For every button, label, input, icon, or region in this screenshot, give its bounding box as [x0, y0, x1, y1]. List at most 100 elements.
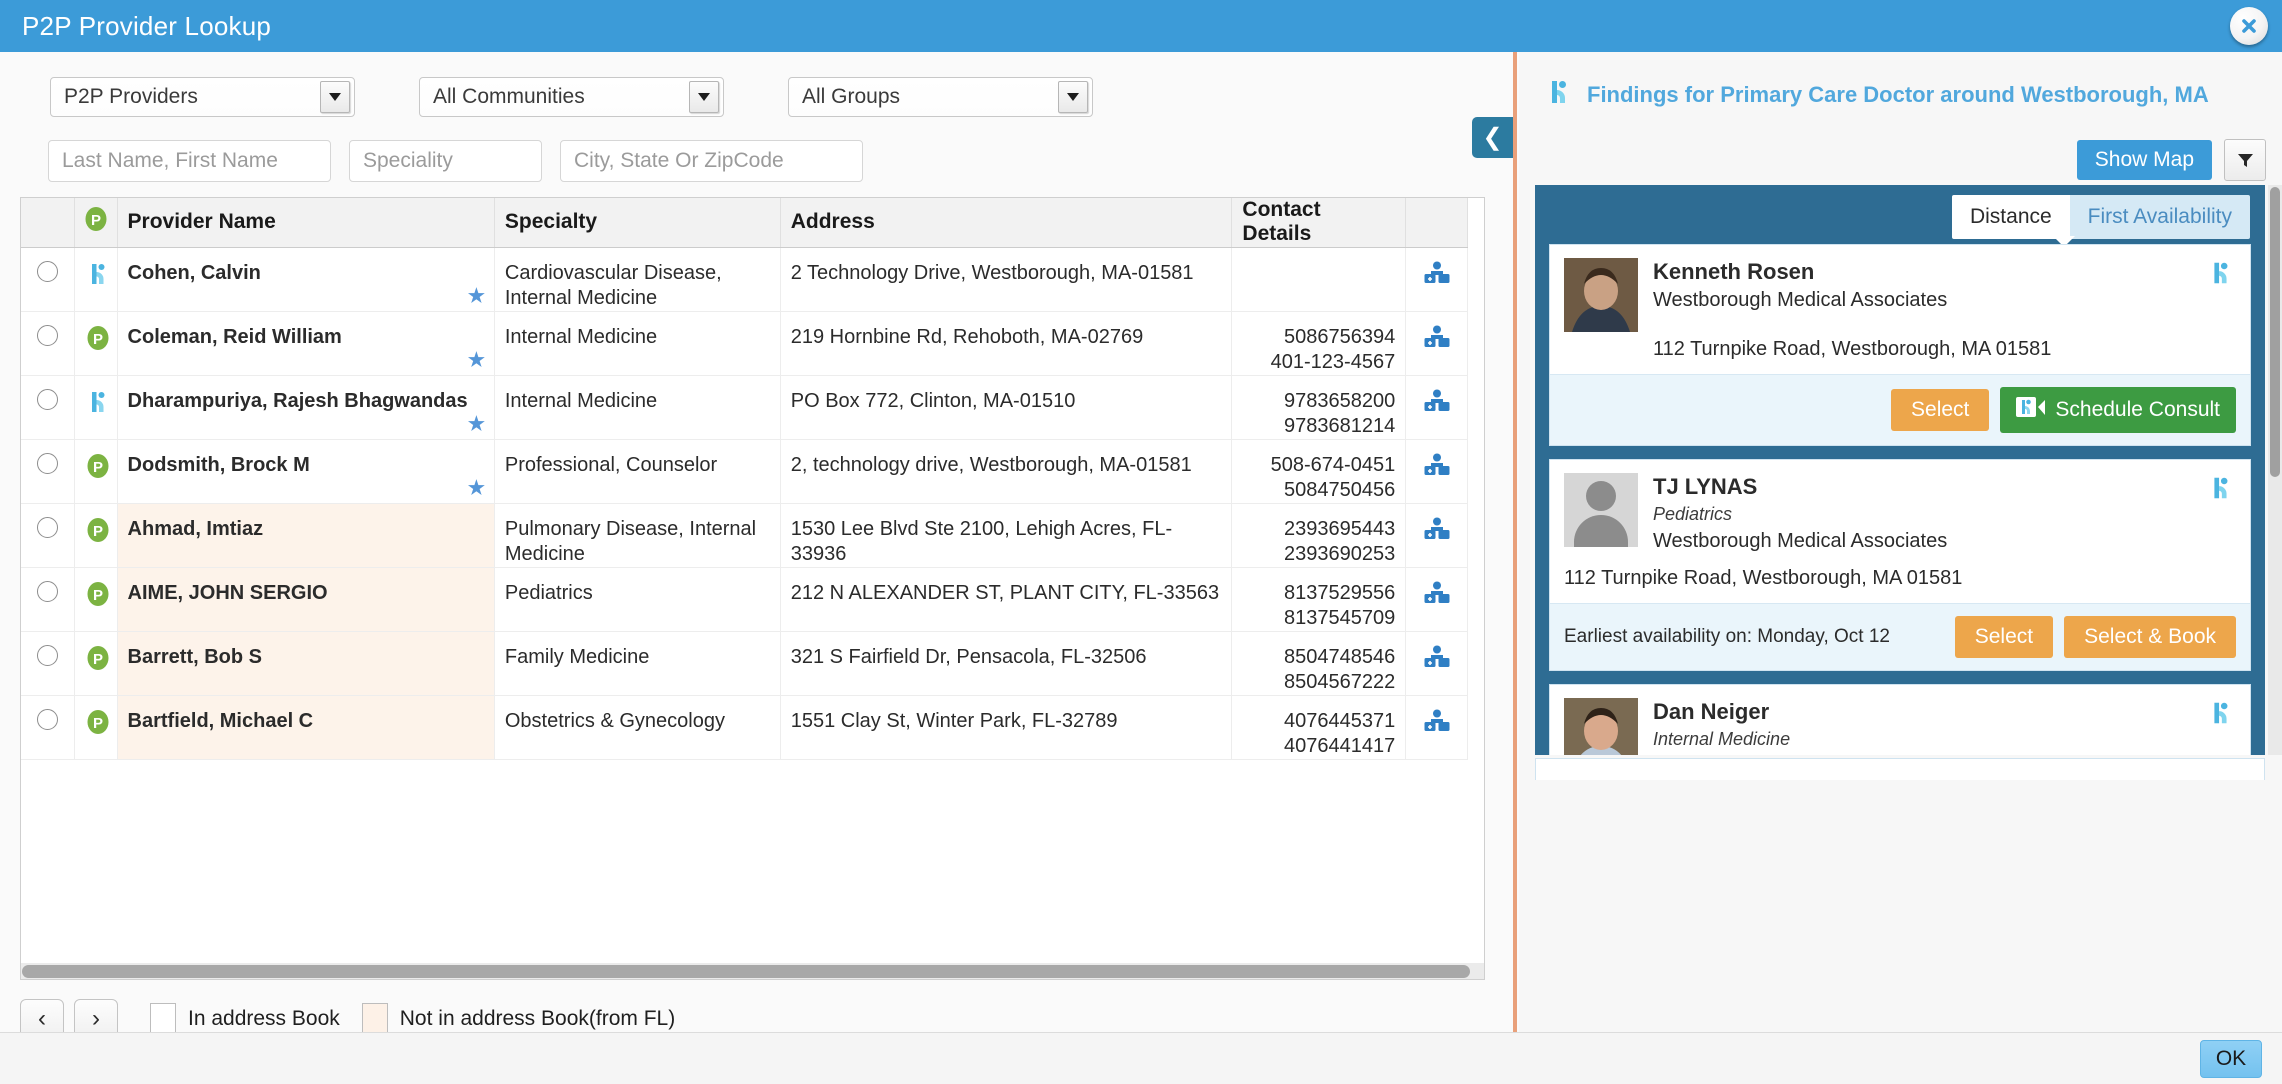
p-badge-icon: P: [75, 631, 117, 695]
schedule-consult-button[interactable]: Schedule Consult: [2000, 387, 2236, 433]
add-to-contacts-cell[interactable]: [1406, 439, 1468, 503]
provider-search-pane: P2P Providers All Communities All Groups: [0, 52, 1513, 1032]
row-select-cell[interactable]: [21, 503, 75, 567]
specialty-cell: Professional, Counselor: [494, 439, 780, 503]
table-row[interactable]: PBartfield, Michael CObstetrics & Gyneco…: [21, 695, 1468, 759]
funnel-icon[interactable]: [2224, 139, 2266, 181]
table-row[interactable]: PAIME, JOHN SERGIOPediatrics212 N ALEXAN…: [21, 567, 1468, 631]
specialty-cell: Family Medicine: [494, 631, 780, 695]
add-to-contacts-cell[interactable]: [1406, 503, 1468, 567]
table-row[interactable]: Dharampuriya, Rajesh Bhagwandas★Internal…: [21, 375, 1468, 439]
specialty-cell: Obstetrics & Gynecology: [494, 695, 780, 759]
provider-name-cell[interactable]: Coleman, Reid William★: [117, 311, 494, 375]
legend-label-in-address-book: In address Book: [188, 1007, 340, 1031]
add-to-contacts-cell[interactable]: [1406, 567, 1468, 631]
findings-card-name: Dan Neiger: [1653, 698, 1947, 726]
row-radio-button[interactable]: [37, 581, 58, 602]
table-row[interactable]: Cohen, Calvin★Cardiovascular Disease, In…: [21, 247, 1468, 311]
table-row[interactable]: PAhmad, ImtiazPulmonary Disease, Interna…: [21, 503, 1468, 567]
row-radio-button[interactable]: [37, 389, 58, 410]
findings-card[interactable]: Kenneth RosenWestborough Medical Associa…: [1549, 244, 2251, 446]
select-button[interactable]: Select: [1955, 616, 2053, 658]
communities-dropdown[interactable]: All Communities: [419, 77, 724, 117]
select-button[interactable]: Select: [1891, 389, 1989, 431]
row-radio-button[interactable]: [37, 709, 58, 730]
provider-name-input[interactable]: [48, 140, 331, 182]
contact-phone-primary: 4076445371: [1242, 709, 1395, 734]
add-to-contacts-icon: [1424, 389, 1450, 412]
findings-next-card-peek: [1535, 758, 2265, 780]
contact-details-cell: 97836582009783681214: [1232, 375, 1406, 439]
table-horizontal-scroll-thumb[interactable]: [22, 965, 1470, 978]
earliest-availability-text: Earliest availability on: Monday, Oct 12: [1564, 626, 1890, 648]
findings-card-header: Kenneth RosenWestborough Medical Associa…: [1550, 245, 2250, 342]
provider-scope-dropdown[interactable]: P2P Providers: [50, 77, 355, 117]
provider-name-cell[interactable]: Ahmad, Imtiaz: [117, 503, 494, 567]
specialty-column-header[interactable]: Specialty: [494, 198, 780, 247]
ok-button[interactable]: OK: [2200, 1040, 2262, 1078]
provider-name-cell[interactable]: Bartfield, Michael C: [117, 695, 494, 759]
dialog-body: P2P Providers All Communities All Groups: [0, 52, 2282, 1032]
provider-name-cell[interactable]: Cohen, Calvin★: [117, 247, 494, 311]
select-book-label: Select & Book: [2084, 625, 2216, 648]
address-cell: 1551 Clay St, Winter Park, FL-32789: [780, 695, 1232, 759]
row-select-cell[interactable]: [21, 375, 75, 439]
avatar-photo: [1564, 258, 1638, 332]
row-select-cell[interactable]: [21, 311, 75, 375]
findings-card[interactable]: TJ LYNASPediatricsWestborough Medical As…: [1549, 459, 2251, 671]
table-row[interactable]: PDodsmith, Brock M★Professional, Counsel…: [21, 439, 1468, 503]
table-row[interactable]: PColeman, Reid William★Internal Medicine…: [21, 311, 1468, 375]
row-radio-button[interactable]: [37, 453, 58, 474]
add-to-contacts-cell[interactable]: [1406, 311, 1468, 375]
row-select-cell[interactable]: [21, 695, 75, 759]
contact-phone-secondary: 9783681214: [1242, 414, 1395, 439]
contact-details-column-header[interactable]: Contact Details: [1232, 198, 1406, 247]
provider-name-cell[interactable]: Dodsmith, Brock M★: [117, 439, 494, 503]
p2p-provider-lookup-dialog: P2P Provider Lookup P2P Providers All Co…: [0, 0, 2282, 1084]
favorite-star-icon[interactable]: ★: [468, 415, 485, 434]
findings-vertical-scrollbar[interactable]: [2268, 185, 2282, 755]
row-radio-button[interactable]: [37, 325, 58, 346]
provider-name-cell[interactable]: Barrett, Bob S: [117, 631, 494, 695]
provider-name-cell[interactable]: AIME, JOHN SERGIO: [117, 567, 494, 631]
address-cell: 1530 Lee Blvd Ste 2100, Lehigh Acres, FL…: [780, 503, 1232, 567]
row-select-cell[interactable]: [21, 567, 75, 631]
address-column-header[interactable]: Address: [780, 198, 1232, 247]
row-select-cell[interactable]: [21, 439, 75, 503]
p-badge-icon: P: [75, 311, 117, 375]
favorite-star-icon[interactable]: ★: [468, 351, 485, 370]
favorite-star-icon[interactable]: ★: [468, 287, 485, 306]
add-to-contacts-cell[interactable]: [1406, 375, 1468, 439]
favorite-star-icon[interactable]: ★: [468, 479, 485, 498]
row-radio-button[interactable]: [37, 261, 58, 282]
add-to-contacts-cell[interactable]: [1406, 247, 1468, 311]
table-row[interactable]: PBarrett, Bob SFamily Medicine321 S Fair…: [21, 631, 1468, 695]
legend-label-not-in-address-book: Not in address Book(from FL): [400, 1007, 675, 1031]
findings-vertical-scroll-thumb[interactable]: [2270, 187, 2280, 477]
show-map-button[interactable]: Show Map: [2077, 140, 2212, 180]
provider-name-cell[interactable]: Dharampuriya, Rajesh Bhagwandas★: [117, 375, 494, 439]
svg-text:P: P: [93, 523, 103, 540]
row-select-cell[interactable]: [21, 247, 75, 311]
provider-name-column-header[interactable]: Provider Name: [117, 198, 494, 247]
groups-dropdown[interactable]: All Groups: [788, 77, 1093, 117]
table-horizontal-scrollbar[interactable]: [20, 963, 1485, 980]
findings-header: Findings for Primary Care Doctor around …: [1543, 77, 2209, 112]
collapse-right-panel-button[interactable]: ❮: [1472, 117, 1513, 158]
add-to-contacts-cell[interactable]: [1406, 695, 1468, 759]
findings-card-info: TJ LYNASPediatricsWestborough Medical As…: [1653, 473, 1947, 555]
row-radio-button[interactable]: [37, 645, 58, 666]
contact-phone-secondary: 8504567222: [1242, 670, 1395, 695]
findings-card[interactable]: Dan NeigerInternal MedicineWestborough M…: [1549, 684, 2251, 755]
findings-card-organization: Westborough Medical Associates: [1653, 286, 1947, 314]
row-radio-button[interactable]: [37, 517, 58, 538]
city-state-zip-input[interactable]: [560, 140, 863, 182]
add-to-contacts-cell[interactable]: [1406, 631, 1468, 695]
select-book-button[interactable]: Select & Book: [2064, 616, 2236, 658]
close-icon[interactable]: [2230, 7, 2268, 45]
row-select-cell[interactable]: [21, 631, 75, 695]
contact-details-cell: 81375295568137545709: [1232, 567, 1406, 631]
pane-splitter[interactable]: [1513, 52, 1517, 1032]
speciality-input[interactable]: [349, 140, 542, 182]
findings-card-actions: Select Schedule Consult: [1550, 374, 2250, 445]
